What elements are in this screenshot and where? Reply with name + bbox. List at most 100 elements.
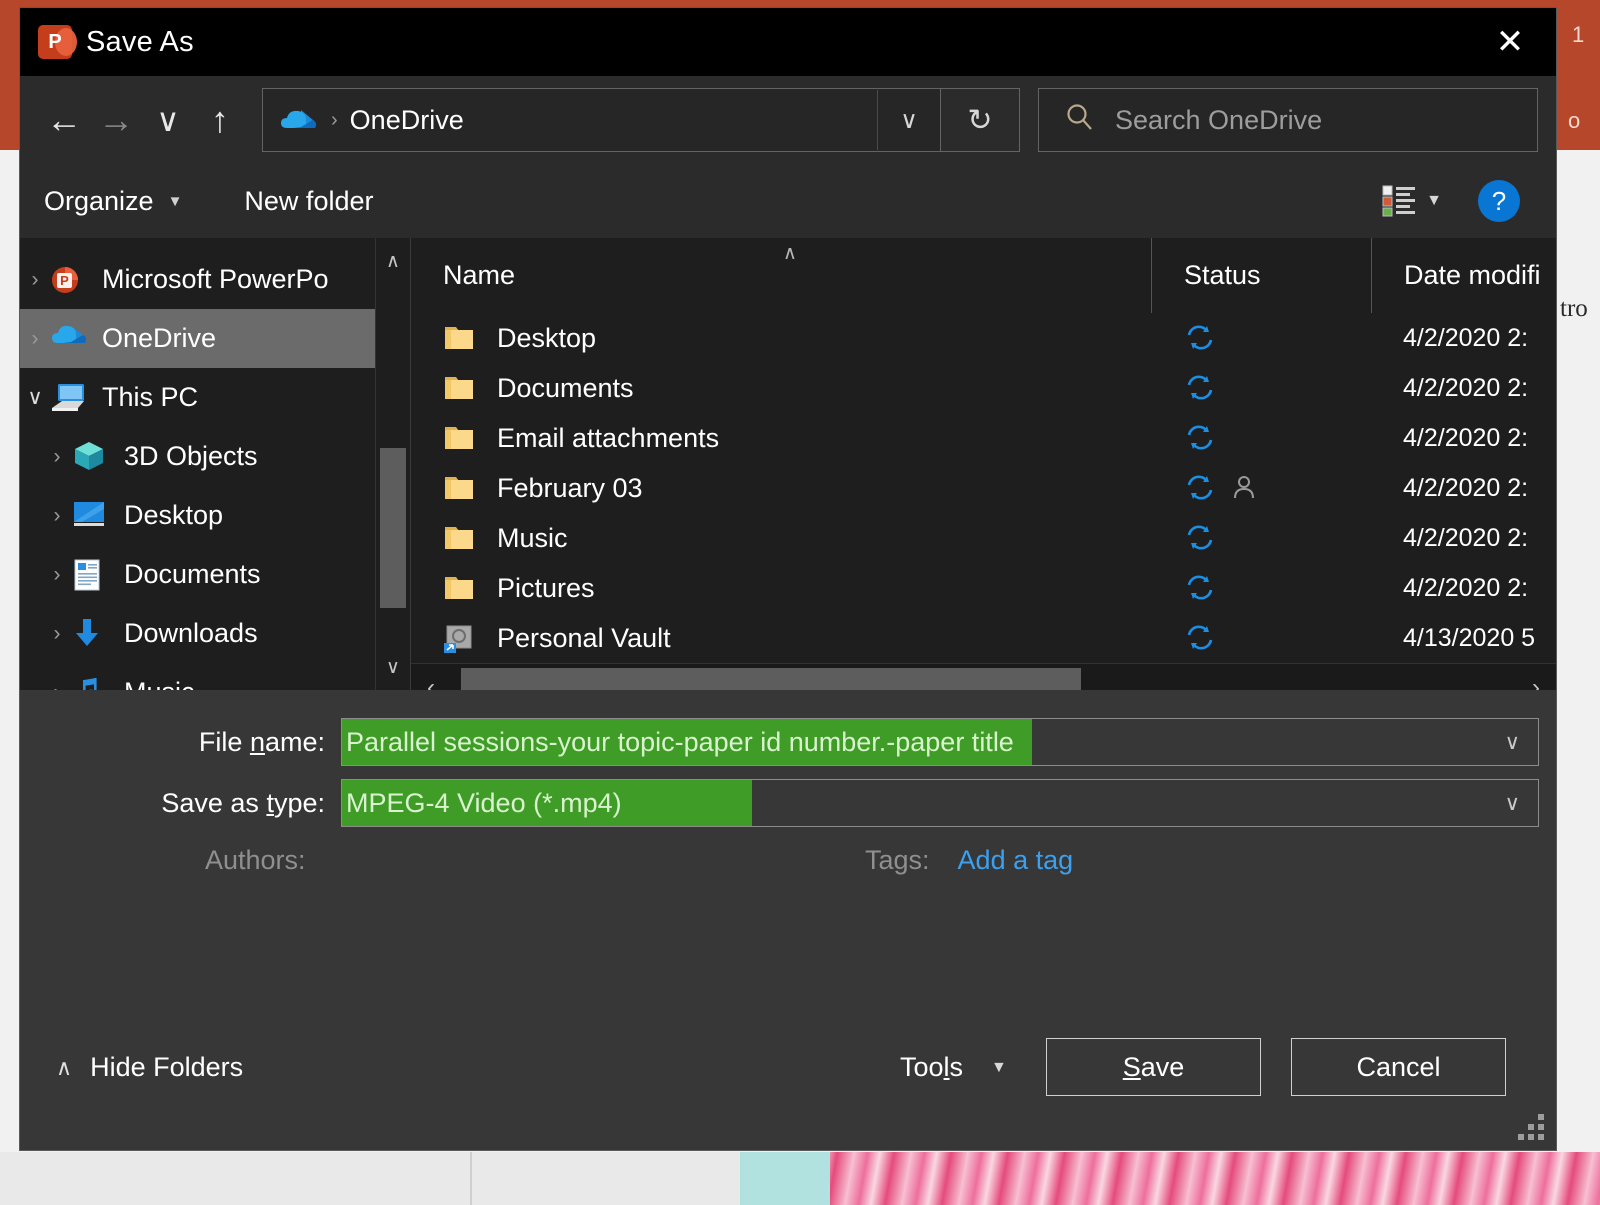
status-cell <box>1151 423 1371 453</box>
sidebar-scrollbar[interactable]: ∧ ∨ <box>375 238 410 690</box>
chevron-right-icon[interactable]: › <box>42 504 72 528</box>
up-icon[interactable]: ↑ <box>194 94 246 146</box>
sidebar-item-label: Desktop <box>124 500 223 531</box>
file-name-cell: Music <box>411 523 1151 554</box>
close-icon[interactable]: ✕ <box>1488 20 1532 64</box>
sidebar-item-desktop[interactable]: › Desktop <box>20 486 410 545</box>
add-a-tag-link[interactable]: Add a tag <box>958 845 1074 876</box>
address-chevron-down-icon[interactable]: ∨ <box>877 90 940 150</box>
column-headers: ∧ Name Status Date modifi <box>411 238 1556 313</box>
sidebar-item-downloads[interactable]: ›Downloads <box>20 604 410 663</box>
status-cell <box>1151 523 1371 553</box>
search-input[interactable]: Search OneDrive <box>1115 105 1322 136</box>
breadcrumb[interactable]: › OneDrive <box>263 105 877 136</box>
horizontal-scrollbar-thumb[interactable] <box>461 668 1081 690</box>
save-button-label: Save <box>1123 1052 1185 1083</box>
chevron-right-icon[interactable]: › <box>20 268 50 292</box>
chevron-right-icon[interactable]: › <box>42 445 72 469</box>
file-name-text: Personal Vault <box>497 623 671 654</box>
table-row[interactable]: Desktop4/2/2020 2: <box>411 313 1556 363</box>
hide-folders-label: Hide Folders <box>90 1052 243 1083</box>
sidebar-item-this-pc[interactable]: ∨This PC <box>20 368 410 427</box>
view-chevron-down-icon[interactable]: ▼ <box>1426 192 1442 210</box>
scrollbar-thumb[interactable] <box>380 448 406 608</box>
horizontal-scrollbar[interactable]: ‹ › <box>411 663 1556 690</box>
sync-icon <box>1183 373 1217 403</box>
address-bar[interactable]: › OneDrive ∨ <box>262 88 941 152</box>
powerpoint-icon: P <box>38 25 72 59</box>
svg-text:P: P <box>60 273 69 288</box>
column-header-status[interactable]: Status <box>1151 238 1371 313</box>
forward-icon[interactable]: → <box>90 94 142 146</box>
documents-icon <box>72 558 114 592</box>
sidebar-item-label: Documents <box>124 559 261 590</box>
sidebar-item-microsoft-powerpo[interactable]: ›PMicrosoft PowerPo <box>20 250 410 309</box>
horizontal-scroll-track[interactable] <box>451 664 1516 690</box>
table-row[interactable]: Personal Vault4/13/2020 5 <box>411 613 1556 663</box>
table-row[interactable]: Pictures4/2/2020 2: <box>411 563 1556 613</box>
chevron-down-icon: ▼ <box>991 1059 1007 1077</box>
powerpoint-icon: P <box>50 263 92 297</box>
sync-icon <box>1183 623 1217 653</box>
file-name-input[interactable]: Parallel sessions-your topic-paper id nu… <box>341 718 1539 766</box>
save-as-type-select[interactable]: MPEG-4 Video (*.mp4) ∨ <box>341 779 1539 827</box>
back-icon[interactable]: ← <box>38 94 90 146</box>
cancel-button[interactable]: Cancel <box>1291 1038 1506 1096</box>
date-modified-cell: 4/2/2020 2: <box>1371 424 1556 453</box>
scroll-left-icon[interactable]: ‹ <box>411 674 451 690</box>
chevron-right-icon[interactable]: › <box>20 327 50 351</box>
file-name-text: Email attachments <box>497 423 719 454</box>
table-row[interactable]: Email attachments 4/2/2020 2: <box>411 413 1556 463</box>
file-name-cell: Documents <box>411 373 1151 404</box>
resize-grip-icon[interactable] <box>1518 1114 1544 1140</box>
dialog-title: Save As <box>86 26 194 59</box>
file-name-label-post: ame: <box>265 727 325 757</box>
table-row[interactable]: Documents 4/2/2020 2: <box>411 363 1556 413</box>
scroll-down-icon[interactable]: ∨ <box>376 650 410 684</box>
music-icon <box>72 676 114 691</box>
status-cell <box>1151 373 1371 403</box>
ribbon-text-fragment-1: 1 <box>1572 22 1584 48</box>
chevron-down-icon[interactable]: ∨ <box>20 385 50 410</box>
sidebar-item-music[interactable]: ›Music <box>20 663 410 690</box>
hide-folders-button[interactable]: ∧ Hide Folders <box>56 1052 243 1083</box>
chevron-right-icon[interactable]: › <box>42 681 72 691</box>
refresh-icon[interactable]: ↻ <box>940 88 1020 152</box>
view-layout-icon[interactable] <box>1382 185 1416 217</box>
sync-icon <box>1183 523 1217 553</box>
date-modified-cell: 4/2/2020 2: <box>1371 374 1556 403</box>
sidebar-item-documents[interactable]: › Documents <box>20 545 410 604</box>
save-as-type-label-mnemonic: t <box>266 788 274 818</box>
dialog-footer: ∧ Hide Folders Tools ▼ Save Cancel <box>20 1000 1556 1150</box>
file-name-chevron-down-icon[interactable]: ∨ <box>1505 730 1520 755</box>
recent-locations-chevron-down-icon[interactable]: ∨ <box>142 94 194 146</box>
file-name-cell: Email attachments <box>411 423 1151 454</box>
onedrive-cloud-icon <box>50 322 92 356</box>
folder-icon <box>443 424 477 452</box>
help-icon[interactable]: ? <box>1478 180 1520 222</box>
table-row[interactable]: Music4/2/2020 2: <box>411 513 1556 563</box>
column-header-date[interactable]: Date modifi <box>1371 238 1556 313</box>
organize-button[interactable]: Organize ▼ <box>44 186 182 217</box>
scroll-up-icon[interactable]: ∧ <box>376 244 410 278</box>
file-name-value[interactable]: Parallel sessions-your topic-paper id nu… <box>342 719 1032 765</box>
background-document-text: tro <box>1560 295 1588 323</box>
save-as-type-chevron-down-icon[interactable]: ∨ <box>1505 791 1520 816</box>
tools-button[interactable]: Tools ▼ <box>900 1052 1007 1083</box>
sidebar-item-3d-objects[interactable]: ›3D Objects <box>20 427 410 486</box>
file-name-text: Music <box>497 523 568 554</box>
scroll-right-icon[interactable]: › <box>1516 674 1556 690</box>
file-name-label-pre: File <box>199 727 250 757</box>
table-row[interactable]: February 034/2/2020 2: <box>411 463 1556 513</box>
chevron-right-icon[interactable]: › <box>42 563 72 587</box>
folder-icon <box>443 574 477 602</box>
breadcrumb-onedrive[interactable]: OneDrive <box>350 105 464 136</box>
new-folder-button[interactable]: New folder <box>244 186 373 217</box>
chevron-right-icon[interactable]: › <box>42 622 72 646</box>
column-header-name[interactable]: Name <box>411 238 1151 313</box>
save-as-type-value[interactable]: MPEG-4 Video (*.mp4) <box>342 780 752 826</box>
tools-label-pre: Too <box>900 1052 944 1082</box>
save-button[interactable]: Save <box>1046 1038 1261 1096</box>
search-box[interactable]: Search OneDrive <box>1038 88 1538 152</box>
sidebar-item-onedrive[interactable]: ›OneDrive <box>20 309 380 368</box>
